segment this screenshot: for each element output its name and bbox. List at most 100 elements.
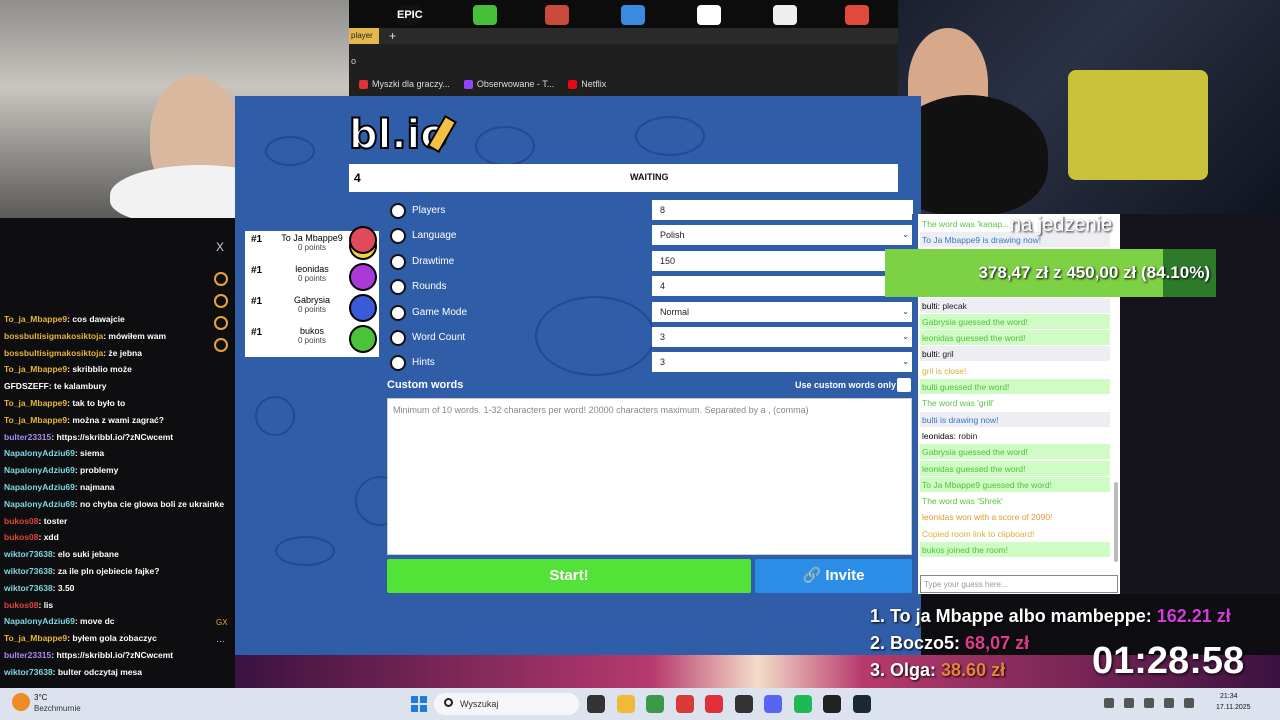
tab-skribbl[interactable]: player — [349, 28, 379, 44]
chrome-icon[interactable] — [845, 5, 869, 25]
webcam-right — [898, 0, 1280, 214]
close-icon[interactable]: X — [216, 240, 224, 254]
language-icon[interactable] — [1184, 698, 1194, 708]
players-select[interactable]: 8 — [652, 200, 913, 220]
folder-icon[interactable] — [616, 695, 635, 713]
twitch-username[interactable]: bukos08 — [4, 532, 39, 542]
windows-start-icon[interactable] — [411, 696, 427, 712]
twitch-username[interactable]: To_ja_Mbappe9 — [4, 314, 67, 324]
guess-input[interactable]: Type your guess here... — [920, 575, 1118, 593]
player-name: leonidas — [295, 264, 329, 274]
chrome-icon[interactable] — [646, 695, 664, 713]
steam-icon[interactable] — [852, 695, 871, 713]
language-select[interactable]: Polish ⌄ — [652, 225, 913, 246]
setting-value: 150 — [660, 255, 676, 266]
window-app-icon[interactable] — [621, 5, 645, 25]
language-icon — [390, 228, 406, 245]
invite-button[interactable]: 🔗 Invite — [755, 559, 912, 593]
discord-icon[interactable] — [764, 695, 782, 713]
wifi-icon[interactable] — [1144, 698, 1154, 708]
twitch-username[interactable]: bukos08 — [4, 516, 39, 526]
twitch-username[interactable]: To_ja_Mbappe9 — [4, 364, 67, 374]
game-icon[interactable] — [545, 5, 569, 25]
twitch-username[interactable]: bukos08 — [4, 600, 39, 610]
start-button[interactable]: Start! — [387, 559, 751, 593]
desktop-icons-bar: EPIC — [349, 0, 898, 28]
donor-amount: 162.21 zł — [1156, 606, 1231, 626]
spotify-icon[interactable] — [793, 695, 812, 713]
clock-icon[interactable] — [214, 294, 228, 308]
app-green-icon[interactable] — [473, 5, 497, 25]
twitch-text: : tak to było to — [67, 398, 126, 408]
twitch-username[interactable]: wiktor73638 — [4, 583, 53, 593]
volume-icon[interactable] — [1164, 698, 1174, 708]
player-name: bukos — [299, 326, 325, 336]
twitch-username[interactable]: NapalonyAdziu69 — [4, 482, 75, 492]
twitch-username[interactable]: NapalonyAdziu69 — [4, 616, 75, 626]
word-count-select[interactable]: 3 ⌄ — [652, 327, 913, 347]
bookmark-icon — [359, 79, 368, 89]
chat-text: Copied room link to clipboard! — [922, 528, 1035, 539]
player-row[interactable]: #1 bukos 0 points — [245, 324, 379, 354]
player-points: 0 points — [297, 243, 327, 252]
player-row[interactable]: #1 leonidas 0 points — [245, 262, 379, 292]
chevron-down-icon: ⌄ — [902, 230, 909, 240]
custom-words-textarea[interactable]: Minimum of 10 words. 1-32 characters per… — [387, 398, 912, 555]
drawtime-select[interactable]: 150 — [652, 250, 913, 271]
files-icon[interactable] — [587, 695, 605, 713]
new-tab-button[interactable]: + — [389, 28, 396, 44]
chat-message: Gabrysia guessed the word! — [920, 313, 1110, 329]
pin-icon[interactable] — [214, 316, 228, 330]
chat-user: bulti: — [922, 300, 940, 311]
taskbar-search[interactable]: Wyszukaj — [434, 693, 579, 715]
hints-select[interactable]: 3 ⌄ — [652, 352, 913, 373]
tray-chevron-icon[interactable] — [1104, 698, 1114, 708]
twitch-username[interactable]: GFDSZEFF — [4, 381, 49, 391]
twitch-username[interactable]: NapalonyAdziu69 — [4, 448, 75, 458]
twitch-username[interactable]: bulter23315 — [4, 650, 51, 660]
wps-icon[interactable] — [675, 695, 694, 713]
opera-icon[interactable] — [705, 695, 723, 713]
network-icon[interactable] — [1124, 698, 1134, 708]
rounds-select[interactable]: 4 — [652, 276, 913, 297]
bits-icon[interactable] — [214, 272, 228, 286]
twitch-username[interactable]: wiktor73638 — [4, 566, 53, 576]
bookmark-item[interactable]: Obserwowane - T... — [463, 76, 554, 92]
clock-time[interactable]: 21:34 — [1220, 693, 1238, 700]
hints-icon — [390, 355, 406, 372]
chat-scrollbar[interactable] — [1114, 482, 1118, 562]
twitch-username[interactable]: wiktor73638 — [4, 549, 53, 559]
player-row[interactable]: #1 Gabrysia 0 points — [245, 293, 379, 323]
more-icon[interactable]: ··· — [216, 636, 225, 646]
github-icon[interactable] — [823, 695, 841, 713]
twitch-username[interactable]: NapalonyAdziu69 — [4, 499, 75, 509]
custom-words-only-checkbox[interactable] — [897, 378, 911, 392]
chat-message: To Ja Mbappe9 guessed the word! — [920, 476, 1110, 492]
address-bar[interactable]: o — [349, 52, 898, 70]
twitch-username[interactable]: bulter23315 — [4, 432, 51, 442]
chat-text: gril — [942, 349, 954, 360]
weather-icon[interactable] — [12, 693, 30, 711]
twitch-username[interactable]: bossbultisigmakosiktoja — [4, 331, 103, 341]
document-icon[interactable] — [773, 5, 797, 25]
steam-icon[interactable] — [697, 5, 721, 25]
stream-timer: 01:28:58 — [1092, 640, 1245, 682]
clock-date[interactable]: 17.11.2025 — [1216, 704, 1251, 711]
setting-game-mode: Game Mode Normal ⌄ — [386, 301, 913, 324]
twitch-username[interactable]: wiktor73638 — [4, 667, 53, 677]
donor-row: 1. To ja Mbappe albo mambeppe: 162.21 zł — [870, 606, 1231, 627]
settings-icon[interactable] — [214, 338, 228, 352]
twitch-username[interactable]: To_ja_Mbappe9 — [4, 398, 67, 408]
game-mode-select[interactable]: Normal ⌄ — [652, 301, 913, 322]
twitch-username[interactable]: bossbultisigmakosiktoja — [4, 348, 103, 358]
donor-amount: 38.60 zł — [941, 660, 1006, 680]
twitch-username[interactable]: To_ja_Mbappe9 — [4, 633, 67, 643]
chat-text: The word was 'Shrek' — [922, 496, 1003, 507]
bookmark-item[interactable]: Myszki dla graczy... — [359, 76, 450, 92]
epic-games-icon[interactable]: EPIC — [397, 5, 423, 25]
obs-icon[interactable] — [734, 695, 753, 713]
bookmark-item[interactable]: Netflix — [568, 76, 606, 92]
avatar — [349, 294, 377, 322]
twitch-username[interactable]: NapalonyAdziu69 — [4, 465, 75, 475]
twitch-username[interactable]: To_ja_Mbappe9 — [4, 415, 67, 425]
